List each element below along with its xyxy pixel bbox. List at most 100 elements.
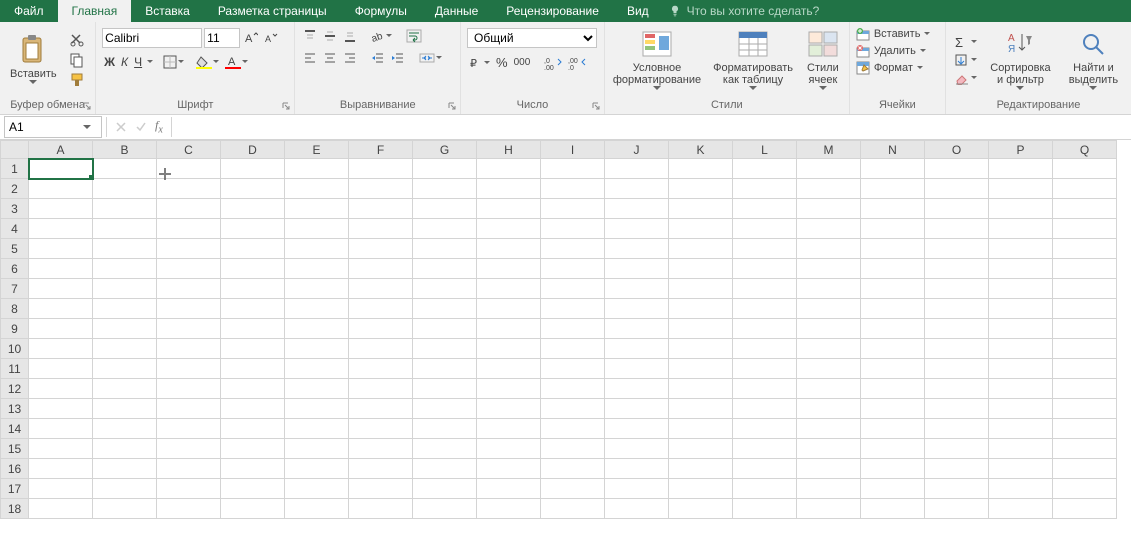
cell[interactable] — [1053, 259, 1117, 279]
cell[interactable] — [733, 159, 797, 179]
font-size-select[interactable] — [204, 28, 240, 48]
row-header[interactable]: 13 — [1, 399, 29, 419]
cell[interactable] — [733, 419, 797, 439]
increase-indent-button[interactable] — [389, 50, 407, 66]
cell[interactable] — [669, 279, 733, 299]
cell[interactable] — [861, 459, 925, 479]
row-header[interactable]: 4 — [1, 219, 29, 239]
cell[interactable] — [541, 499, 605, 519]
cell[interactable] — [797, 499, 861, 519]
cell[interactable] — [349, 219, 413, 239]
cell[interactable] — [157, 279, 221, 299]
cell[interactable] — [733, 459, 797, 479]
cell[interactable] — [93, 259, 157, 279]
cell[interactable] — [989, 399, 1053, 419]
cell[interactable] — [477, 219, 541, 239]
cell[interactable] — [285, 259, 349, 279]
cell[interactable] — [669, 399, 733, 419]
cell[interactable] — [605, 439, 669, 459]
fill-color-button[interactable] — [194, 54, 221, 70]
cell[interactable] — [477, 259, 541, 279]
cell[interactable] — [1053, 499, 1117, 519]
cell[interactable] — [477, 379, 541, 399]
cell[interactable] — [925, 179, 989, 199]
column-header[interactable]: K — [669, 141, 733, 159]
align-left-button[interactable] — [301, 50, 319, 66]
cell[interactable] — [29, 459, 93, 479]
cell[interactable] — [797, 159, 861, 179]
column-header[interactable]: J — [605, 141, 669, 159]
cell[interactable] — [285, 459, 349, 479]
cell[interactable] — [349, 239, 413, 259]
number-dialog-launcher[interactable] — [591, 101, 601, 111]
cell[interactable] — [925, 339, 989, 359]
row-header[interactable]: 18 — [1, 499, 29, 519]
cell[interactable] — [925, 319, 989, 339]
align-right-button[interactable] — [341, 50, 359, 66]
cell[interactable] — [93, 359, 157, 379]
row-header[interactable]: 12 — [1, 379, 29, 399]
cell[interactable] — [797, 259, 861, 279]
percent-button[interactable]: % — [494, 54, 510, 71]
cell[interactable] — [413, 479, 477, 499]
cell[interactable] — [797, 319, 861, 339]
cell[interactable] — [349, 339, 413, 359]
cell[interactable] — [797, 219, 861, 239]
bold-button[interactable]: Ж — [102, 54, 117, 70]
cell[interactable] — [285, 219, 349, 239]
cell[interactable] — [733, 379, 797, 399]
cell[interactable] — [669, 179, 733, 199]
underline-button[interactable]: Ч — [132, 54, 144, 70]
cell[interactable] — [413, 379, 477, 399]
cell[interactable] — [605, 459, 669, 479]
cell[interactable] — [989, 419, 1053, 439]
cell[interactable] — [925, 199, 989, 219]
cell[interactable] — [477, 279, 541, 299]
cell[interactable] — [349, 419, 413, 439]
sort-filter-button[interactable]: АЯ Сортировка и фильтр — [983, 24, 1058, 95]
cell[interactable] — [541, 319, 605, 339]
cell[interactable] — [285, 379, 349, 399]
cell[interactable] — [669, 439, 733, 459]
cell[interactable] — [733, 219, 797, 239]
cell[interactable] — [925, 159, 989, 179]
cell[interactable] — [285, 439, 349, 459]
cell[interactable] — [93, 279, 157, 299]
cell[interactable] — [861, 239, 925, 259]
cell[interactable] — [29, 319, 93, 339]
cell[interactable] — [669, 219, 733, 239]
clear-button[interactable] — [952, 70, 979, 86]
column-header[interactable]: H — [477, 141, 541, 159]
cell[interactable] — [221, 479, 285, 499]
cell[interactable] — [605, 339, 669, 359]
cell[interactable] — [797, 179, 861, 199]
cell[interactable] — [733, 499, 797, 519]
cell[interactable] — [541, 179, 605, 199]
cell[interactable] — [29, 399, 93, 419]
cell[interactable] — [221, 279, 285, 299]
row-header[interactable]: 17 — [1, 479, 29, 499]
cell[interactable] — [93, 499, 157, 519]
row-header[interactable]: 3 — [1, 199, 29, 219]
cell[interactable] — [1053, 339, 1117, 359]
cell[interactable] — [989, 259, 1053, 279]
cell[interactable] — [285, 199, 349, 219]
cell[interactable] — [477, 299, 541, 319]
copy-button[interactable] — [67, 51, 87, 69]
cell[interactable] — [477, 319, 541, 339]
italic-button[interactable]: К — [119, 54, 130, 70]
cell[interactable] — [1053, 359, 1117, 379]
cell[interactable] — [29, 479, 93, 499]
cell[interactable] — [221, 239, 285, 259]
cell[interactable] — [349, 459, 413, 479]
number-format-select[interactable]: Общий — [467, 28, 597, 48]
cell[interactable] — [29, 419, 93, 439]
cell[interactable] — [541, 359, 605, 379]
insert-function-button[interactable]: fx — [155, 118, 163, 135]
cell[interactable] — [1053, 419, 1117, 439]
cell[interactable] — [541, 199, 605, 219]
cell[interactable] — [477, 199, 541, 219]
insert-cells-button[interactable]: Вставить — [854, 26, 941, 42]
cell[interactable] — [29, 159, 93, 179]
font-color-button[interactable]: A — [223, 54, 250, 70]
